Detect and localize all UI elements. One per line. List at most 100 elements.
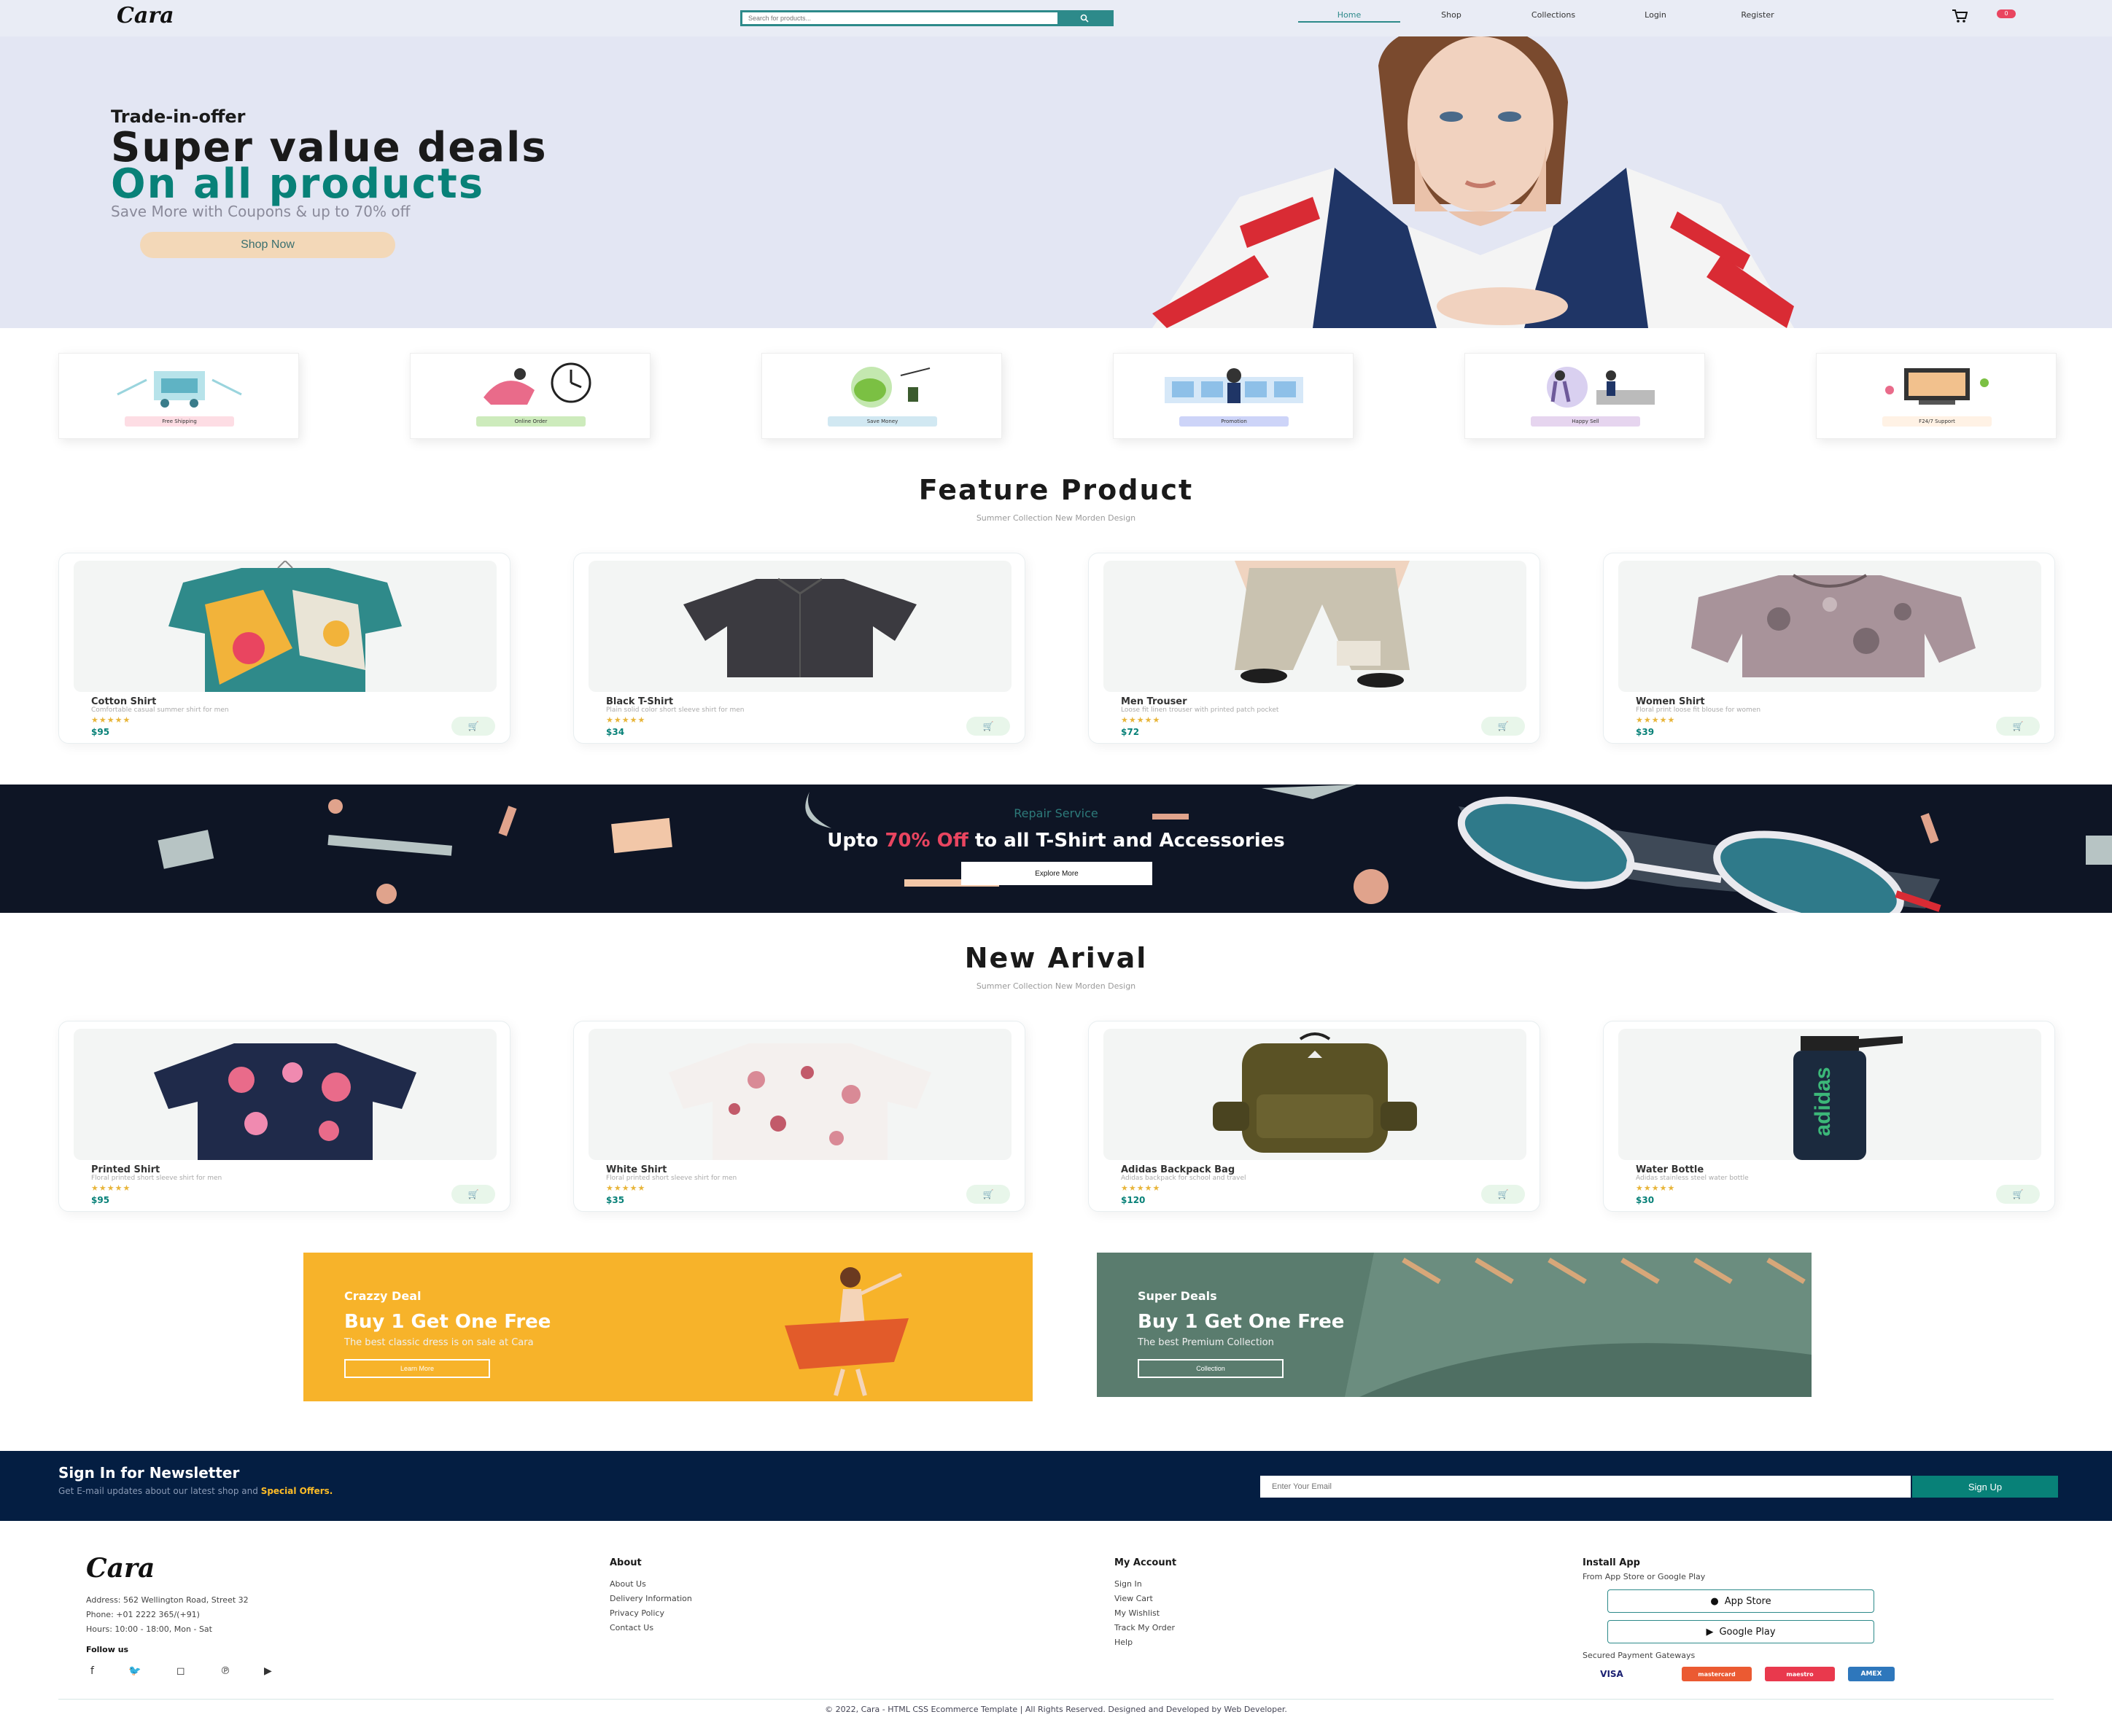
repair-service-banner: Repair Service Upto 70% Off to all T-Shi…: [0, 785, 2112, 913]
about-us-link[interactable]: About Us: [610, 1579, 646, 1589]
product-name: Black T-Shirt: [606, 696, 674, 707]
help-link[interactable]: Help: [1114, 1638, 1133, 1647]
wishlist-link[interactable]: My Wishlist: [1114, 1608, 1160, 1618]
nav-home[interactable]: Home: [1298, 10, 1400, 23]
nav-register[interactable]: Register: [1707, 10, 1809, 23]
product-card[interactable]: Cotton Shirt Comfortable casual summer s…: [58, 553, 510, 744]
nav-collections[interactable]: Collections: [1502, 10, 1604, 23]
collection-button[interactable]: Collection: [1138, 1359, 1284, 1378]
cart-icon[interactable]: [1952, 9, 1968, 26]
twitter-icon[interactable]: 🐦: [128, 1665, 141, 1677]
nav-login[interactable]: Login: [1604, 10, 1707, 23]
feature-save-money: Save Money: [761, 353, 1002, 439]
maestro-icon: maestro: [1765, 1667, 1835, 1681]
add-to-cart-button[interactable]: 🛒: [1996, 1185, 2040, 1204]
nav-shop[interactable]: Shop: [1400, 10, 1502, 23]
privacy-policy-link[interactable]: Privacy Policy: [610, 1608, 664, 1618]
product-image[interactable]: [1103, 1029, 1526, 1160]
rating-stars-icon: ★★★★★: [1121, 1183, 1161, 1193]
search-input[interactable]: [742, 12, 1057, 24]
facebook-icon[interactable]: f: [90, 1665, 94, 1677]
product-name: Women Shirt: [1636, 696, 1705, 707]
add-to-cart-button[interactable]: 🛒: [966, 1185, 1010, 1204]
feature-label: Online Order: [476, 416, 586, 427]
add-to-cart-button[interactable]: 🛒: [451, 717, 495, 736]
hero-model-image: [1152, 36, 1794, 328]
product-price: $39: [1636, 727, 1655, 737]
amex-icon: AMEX: [1848, 1667, 1895, 1681]
free-shipping-illustration: [117, 371, 242, 408]
product-image[interactable]: [1103, 561, 1526, 692]
shop-now-button[interactable]: Shop Now: [140, 232, 395, 258]
phone-text: Phone: +01 2222 365/(+91): [86, 1610, 200, 1619]
email-input[interactable]: [1260, 1476, 1911, 1498]
search-button[interactable]: [1057, 12, 1111, 24]
rating-stars-icon: ★★★★★: [91, 715, 131, 725]
product-name: White Shirt: [606, 1164, 667, 1175]
crazy-deal-banner: Crazzy Deal Buy 1 Get One Free The best …: [303, 1253, 1033, 1401]
add-to-cart-button[interactable]: 🛒: [1481, 1185, 1525, 1204]
track-order-link[interactable]: Track My Order: [1114, 1623, 1175, 1632]
sign-up-button[interactable]: Sign Up: [1912, 1476, 2058, 1498]
rating-stars-icon: ★★★★★: [606, 715, 646, 725]
product-name: Adidas Backpack Bag: [1121, 1164, 1235, 1175]
visa-icon: VISA: [1600, 1669, 1623, 1679]
learn-more-button[interactable]: Learn More: [344, 1359, 490, 1378]
product-card[interactable]: Printed Shirt Floral printed short sleev…: [58, 1021, 510, 1212]
delivery-info-link[interactable]: Delivery Information: [610, 1594, 692, 1603]
copyright-text: © 2022, Cara - HTML CSS Ecommerce Templa…: [825, 1705, 1287, 1714]
product-image[interactable]: [1618, 561, 2041, 692]
product-description: Floral printed short sleeve shirt for me…: [91, 1175, 222, 1182]
product-card[interactable]: White Shirt Floral printed short sleeve …: [573, 1021, 1025, 1212]
product-card[interactable]: Men Trouser Loose fit linen trouser with…: [1088, 553, 1540, 744]
rating-stars-icon: ★★★★★: [1636, 1183, 1676, 1193]
product-image[interactable]: [589, 1029, 1012, 1160]
add-to-cart-button[interactable]: 🛒: [1481, 717, 1525, 736]
product-card[interactable]: Women Shirt Floral print loose fit blous…: [1603, 553, 2055, 744]
cart-icon: 🛒: [1497, 721, 1509, 731]
product-card[interactable]: adidas Water Bottle Adidas stainless ste…: [1603, 1021, 2055, 1212]
rating-stars-icon: ★★★★★: [606, 1183, 646, 1193]
product-description: Loose fit linen trouser with printed pat…: [1121, 707, 1279, 714]
cart-icon: 🛒: [1497, 1189, 1509, 1199]
product-card[interactable]: Adidas Backpack Bag Adidas backpack for …: [1088, 1021, 1540, 1212]
product-description: Comfortable casual summer shirt for men: [91, 707, 229, 714]
google-play-button[interactable]: ▶ Google Play: [1607, 1620, 1874, 1643]
product-image[interactable]: [589, 561, 1012, 692]
product-description: Floral print loose fit blouse for women: [1636, 707, 1761, 714]
feature-label: Happy Sell: [1531, 416, 1640, 427]
site-logo[interactable]: Cara: [117, 3, 174, 28]
product-image[interactable]: [74, 1029, 497, 1160]
pinterest-icon[interactable]: ℗: [220, 1665, 230, 1677]
my-account-title: My Account: [1114, 1557, 1177, 1568]
banner-text: The best classic dress is on sale at Car…: [344, 1337, 534, 1348]
product-image[interactable]: [74, 561, 497, 692]
app-store-button[interactable]: ● App Store: [1607, 1589, 1874, 1613]
newsletter-title: Sign In for Newsletter: [58, 1464, 240, 1482]
product-description: Adidas backpack for school and travel: [1121, 1175, 1246, 1182]
footer-logo[interactable]: Cara: [86, 1553, 155, 1584]
product-description: Plain solid color short sleeve shirt for…: [606, 707, 745, 714]
cart-count-badge: 0: [1997, 9, 2016, 18]
cart-icon: 🛒: [2012, 721, 2024, 731]
about-title: About: [610, 1557, 642, 1568]
sign-in-link[interactable]: Sign In: [1114, 1579, 1142, 1589]
add-to-cart-button[interactable]: 🛒: [451, 1185, 495, 1204]
youtube-icon[interactable]: ▶: [264, 1665, 272, 1677]
cart-icon: 🛒: [467, 1189, 479, 1199]
arrivals-subtitle: Summer Collection New Morden Design: [976, 981, 1136, 991]
featured-title: Feature Product: [918, 474, 1194, 506]
instagram-icon[interactable]: ◻: [176, 1665, 185, 1677]
feature-label: F24/7 Support: [1882, 416, 1992, 427]
newsletter-text: Get E-mail updates about our latest shop…: [58, 1486, 333, 1496]
add-to-cart-button[interactable]: 🛒: [966, 717, 1010, 736]
view-cart-link[interactable]: View Cart: [1114, 1594, 1153, 1603]
contact-us-link[interactable]: Contact Us: [610, 1623, 653, 1632]
special-offers-highlight: Special Offers.: [260, 1486, 333, 1496]
feature-label: Promotion: [1179, 416, 1289, 427]
explore-more-button[interactable]: Explore More: [961, 862, 1152, 885]
feature-free-shipping: Free Shipping: [58, 353, 299, 439]
add-to-cart-button[interactable]: 🛒: [1996, 717, 2040, 736]
product-card[interactable]: Black T-Shirt Plain solid color short sl…: [573, 553, 1025, 744]
product-image[interactable]: adidas: [1618, 1029, 2041, 1160]
